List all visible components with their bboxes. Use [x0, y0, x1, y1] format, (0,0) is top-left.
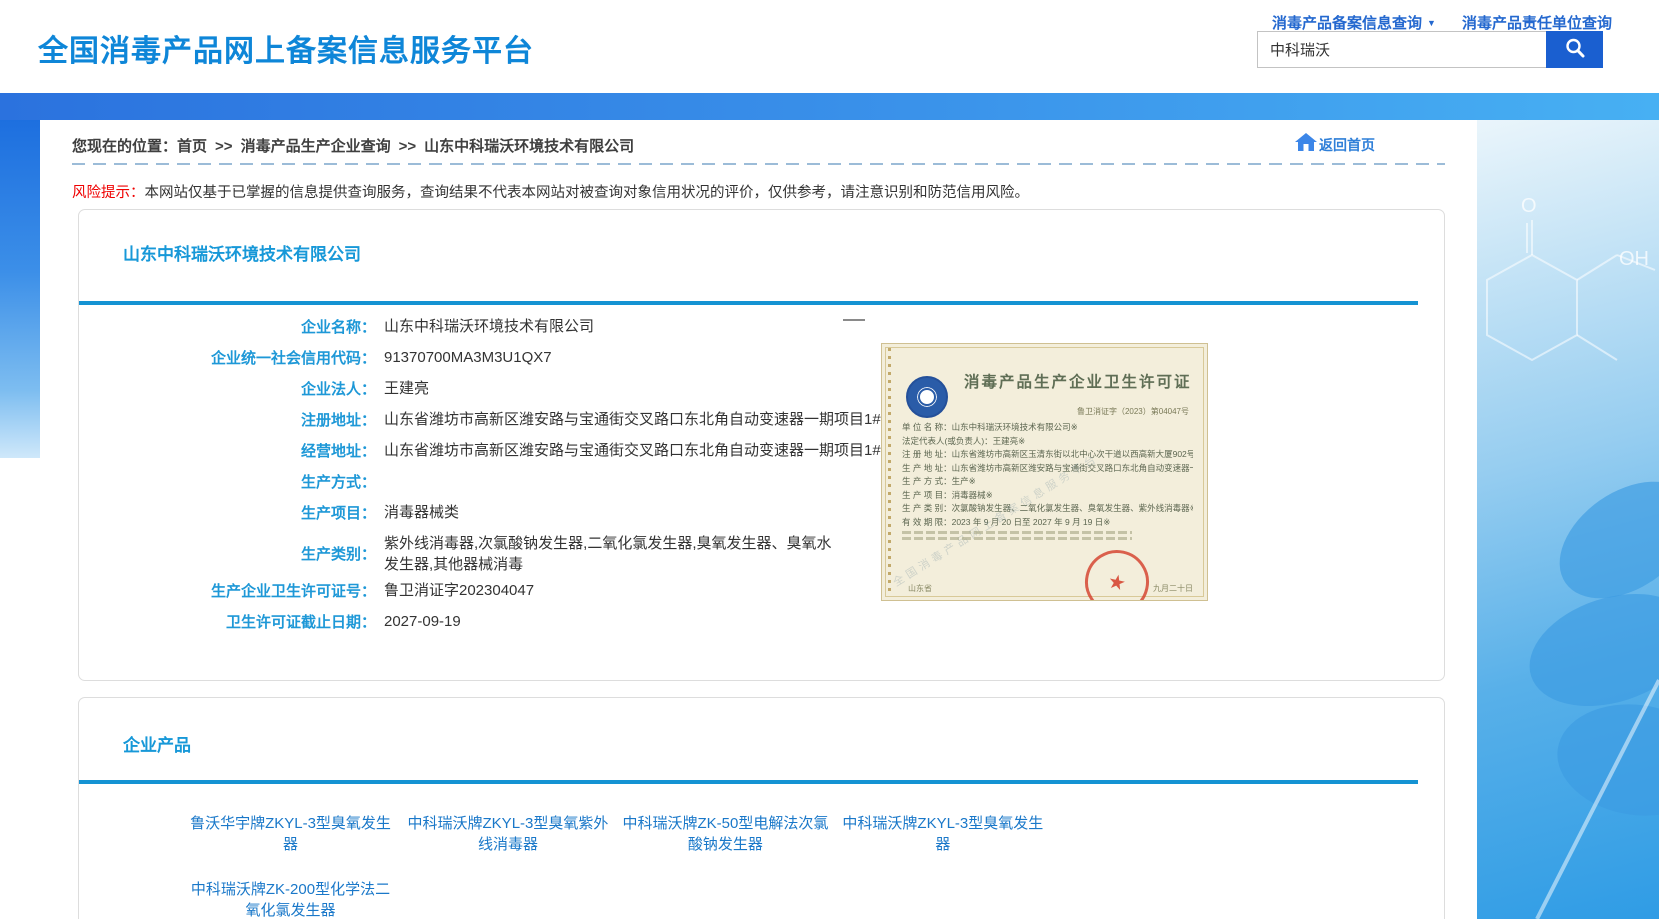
field-value: 山东省潍坊市高新区潍安路与宝通街交叉路口东北角自动变速器一期项目1#厂房 — [384, 409, 944, 430]
home-icon — [1295, 133, 1319, 156]
nav-record-info-query[interactable]: 消毒产品备案信息查询▼ — [1272, 12, 1436, 33]
product-link[interactable]: 中科瑞沃牌ZKYL-3型臭氧发生器 — [836, 813, 1049, 855]
product-link[interactable]: 中科瑞沃牌ZK-200型化学法二氧化氯发生器 — [184, 879, 397, 919]
site-header: 全国消毒产品网上备案信息服务平台 消毒产品备案信息查询▼ 消毒产品责任单位查询 — [0, 0, 1659, 93]
certificate-issue-date: 九月二十日 — [1153, 583, 1193, 594]
field-value: 2027-09-19 — [384, 611, 854, 632]
top-nav: 消毒产品备案信息查询▼ 消毒产品责任单位查询 — [1272, 12, 1612, 33]
risk-notice: 风险提示：本网站仅基于已掌握的信息提供查询服务，查询结果不代表本网站对被查询对象… — [72, 181, 1029, 202]
svg-text:OH: OH — [1619, 248, 1649, 270]
certificate-line: 有 效 期 限：2023 年 9 月 20 日至 2027 年 9 月 19 日… — [902, 516, 1193, 530]
chevron-down-icon: ▼ — [1427, 18, 1436, 28]
risk-text: 本网站仅基于已掌握的信息提供查询服务，查询结果不代表本网站对被查询对象信用状况的… — [145, 185, 1030, 201]
health-authority-emblem-icon — [906, 376, 948, 418]
field-label: 企业统一社会信用代码： — [79, 347, 376, 368]
field-label: 生产类别： — [79, 543, 376, 564]
certificate-bottom-row: 山东省 九月二十日 — [908, 583, 1193, 594]
breadcrumb-separator: >> — [215, 138, 233, 155]
certificate-line: 生 产 地 址：山东省潍坊市高新区潍安路与宝通街交叉路口东北角自动变速器一期项目… — [902, 462, 1193, 476]
image-placeholder-dash — [843, 319, 865, 321]
product-link[interactable]: 中科瑞沃牌ZK-50型电解法次氯酸钠发生器 — [619, 813, 832, 855]
certificate-issuer: 山东省 — [908, 583, 932, 594]
breadcrumb-home[interactable]: 首页 — [177, 138, 207, 155]
right-background-art: O OH — [1477, 120, 1659, 919]
breadcrumb-enterprise-query[interactable]: 消毒产品生产企业查询 — [241, 138, 391, 155]
breadcrumb-separator: >> — [399, 138, 417, 155]
product-link[interactable]: 鲁沃华宇牌ZKYL-3型臭氧发生器 — [184, 813, 397, 855]
field-value: 91370700MA3M3U1QX7 — [384, 347, 854, 368]
certificate-body: 单 位 名 称：山东中科瑞沃环境技术有限公司※ 法定代表人(或负责人)：王建亮※… — [902, 421, 1193, 529]
search-input[interactable] — [1257, 31, 1546, 68]
company-card-title: 山东中科瑞沃环境技术有限公司 — [123, 240, 361, 265]
field-label: 注册地址： — [79, 409, 376, 430]
svg-text:O: O — [1521, 195, 1537, 217]
products-card: 企业产品 鲁沃华宇牌ZKYL-3型臭氧发生器 中科瑞沃牌ZKYL-3型臭氧紫外线… — [78, 697, 1445, 919]
search-button[interactable] — [1546, 31, 1603, 68]
certificate-line: 注 册 地 址：山东省潍坊市高新区玉清东街以北中心次干道以西高新大厦902号科研… — [902, 448, 1193, 462]
field-label: 企业法人： — [79, 378, 376, 399]
breadcrumb-current: 山东中科瑞沃环境技术有限公司 — [424, 138, 634, 155]
product-link[interactable]: 中科瑞沃牌ZKYL-3型臭氧紫外线消毒器 — [401, 813, 614, 855]
dashed-divider — [72, 163, 1445, 165]
field-label: 生产项目： — [79, 502, 376, 523]
field-value: 山东省潍坊市高新区潍安路与宝通街交叉路口东北角自动变速器一期项目1#厂房 — [384, 440, 944, 461]
field-label: 企业名称： — [79, 316, 376, 337]
field-label: 卫生许可证截止日期： — [79, 611, 376, 632]
search-icon — [1563, 36, 1587, 63]
field-value: 鲁卫消证字202304047 — [384, 580, 854, 601]
certificate-line: 生 产 类 别：次氯酸钠发生器、二氧化氯发生器、臭氧发生器、紫外线消毒器※ — [902, 502, 1193, 516]
risk-label: 风险提示： — [72, 185, 145, 201]
product-grid: 鲁沃华宇牌ZKYL-3型臭氧发生器 中科瑞沃牌ZKYL-3型臭氧紫外线消毒器 中… — [184, 813, 1084, 919]
field-label: 经营地址： — [79, 440, 376, 461]
field-label: 生产方式： — [79, 471, 376, 492]
breadcrumb-prefix: 您现在的位置： — [72, 138, 177, 155]
field-value: 王建亮 — [384, 378, 854, 399]
products-card-title: 企业产品 — [123, 731, 191, 756]
field-value: 山东中科瑞沃环境技术有限公司 — [384, 316, 854, 337]
back-home-link[interactable]: 返回首页 — [1319, 135, 1375, 155]
certificate-line: 法定代表人(或负责人)：王建亮※ — [902, 435, 1193, 449]
section-divider — [79, 301, 1418, 305]
field-value: 消毒器械类 — [384, 502, 854, 523]
nav-responsible-unit-query[interactable]: 消毒产品责任单位查询 — [1462, 12, 1612, 33]
search-bar — [1257, 31, 1603, 68]
back-home[interactable]: 返回首页 — [1295, 133, 1375, 156]
left-background-art — [0, 120, 40, 458]
certificate-footnote — [902, 531, 1132, 540]
certificate-title: 消毒产品生产企业卫生许可证 — [964, 370, 1193, 392]
hygiene-license-certificate-image: 全国消毒产品网上备案信息服务平台 消毒产品生产企业卫生许可证 鲁卫消证字（202… — [881, 343, 1208, 601]
company-card: 山东中科瑞沃环境技术有限公司 企业名称： 山东中科瑞沃环境技术有限公司 企业统一… — [78, 209, 1445, 681]
section-divider — [79, 780, 1418, 784]
banner-bar — [0, 93, 1659, 120]
main-content: 您现在的位置：首页 >> 消毒产品生产企业查询 >> 山东中科瑞沃环境技术有限公司 返回… — [40, 120, 1477, 919]
site-title: 全国消毒产品网上备案信息服务平台 — [38, 26, 534, 70]
field-value: 紫外线消毒器,次氯酸钠发生器,二氧化氯发生器,臭氧发生器、臭氧水发生器,其他器械… — [384, 533, 842, 575]
field-label: 生产企业卫生许可证号： — [79, 580, 376, 601]
breadcrumb: 您现在的位置：首页 >> 消毒产品生产企业查询 >> 山东中科瑞沃环境技术有限公司 — [72, 135, 634, 156]
